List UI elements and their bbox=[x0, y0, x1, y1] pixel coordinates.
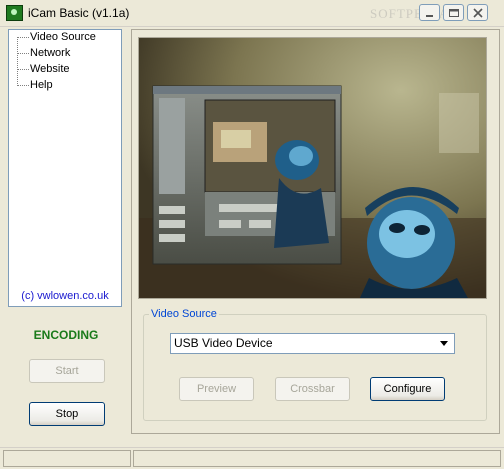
app-camera-icon bbox=[6, 5, 23, 21]
stop-button[interactable]: Stop bbox=[29, 402, 105, 426]
close-icon bbox=[473, 8, 483, 18]
nav-item-label: Video Source bbox=[30, 31, 96, 43]
chevron-down-icon[interactable] bbox=[436, 335, 453, 352]
configure-button[interactable]: Configure bbox=[370, 377, 445, 401]
crossbar-button[interactable]: Crossbar bbox=[275, 377, 350, 401]
tree-line bbox=[17, 37, 18, 86]
start-button[interactable]: Start bbox=[29, 359, 105, 383]
preview-button[interactable]: Preview bbox=[179, 377, 254, 401]
navigation-tree: Video Source Network Website Help (c) vw… bbox=[8, 29, 122, 307]
maximize-button[interactable] bbox=[443, 4, 464, 21]
close-button[interactable] bbox=[467, 4, 488, 21]
nav-item-label: Website bbox=[30, 63, 70, 75]
nav-item-label: Network bbox=[30, 47, 71, 59]
video-frame bbox=[139, 38, 486, 298]
status-bar bbox=[0, 447, 504, 469]
video-source-legend: Video Source bbox=[149, 308, 219, 320]
window-title: iCam Basic (v1.1a) bbox=[28, 6, 130, 20]
video-source-group bbox=[143, 314, 487, 421]
status-bar-pane bbox=[3, 450, 131, 467]
video-device-select[interactable]: USB Video Device bbox=[170, 333, 455, 354]
credit-link[interactable]: (c) vwlowen.co.uk bbox=[9, 290, 121, 302]
status-bar-pane bbox=[133, 450, 501, 467]
nav-item-label: Help bbox=[30, 79, 53, 91]
video-device-value: USB Video Device bbox=[174, 336, 273, 350]
video-preview bbox=[138, 37, 487, 299]
maximize-icon bbox=[449, 9, 459, 17]
minimize-button[interactable] bbox=[419, 4, 440, 21]
encoding-status: ENCODING bbox=[33, 328, 99, 342]
title-bar: iCam Basic (v1.1a) SOFTPEDIA bbox=[0, 0, 504, 27]
minimize-icon bbox=[426, 15, 433, 17]
